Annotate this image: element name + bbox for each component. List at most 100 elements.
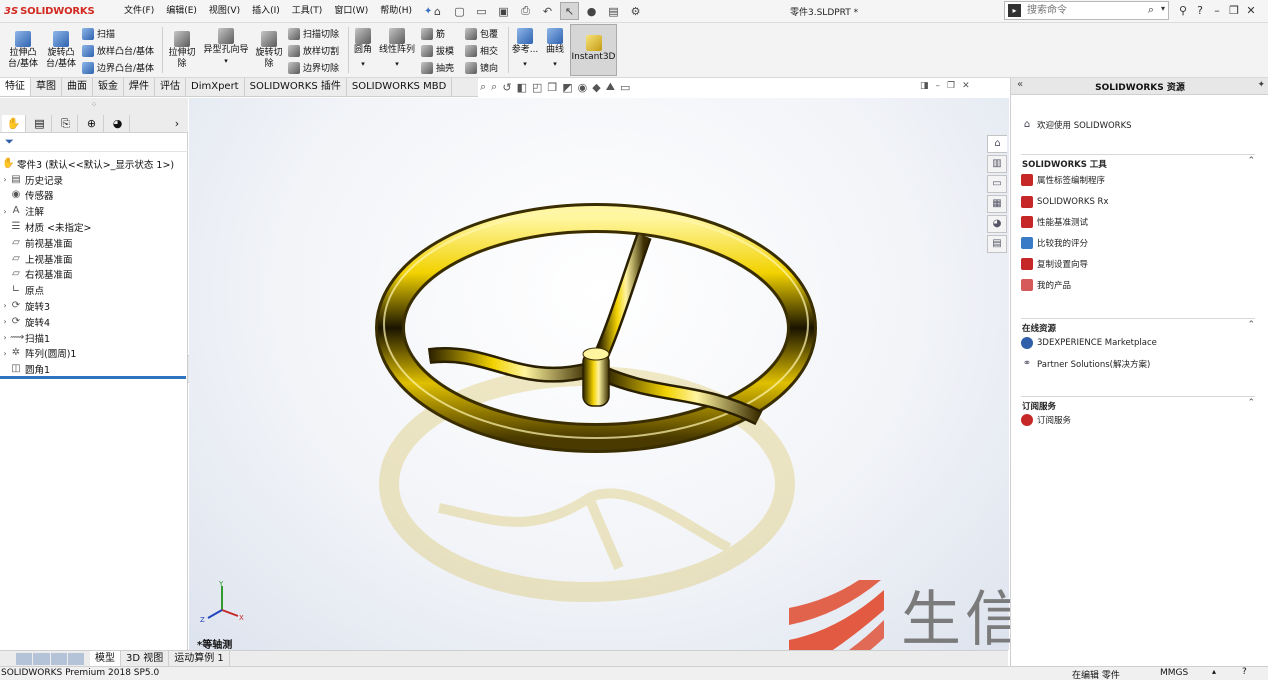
tree-root[interactable]: ✋ 零件3 (默认<<默认>_显示状态 1>)	[2, 156, 174, 171]
tree-item[interactable]: › ⟳ 旋转3	[0, 298, 50, 313]
boundary-cut-button[interactable]: 边界切除	[288, 61, 339, 74]
design-library-tab-icon[interactable]: ▥	[987, 155, 1007, 173]
tab-model[interactable]: 模型	[90, 651, 121, 666]
tree-filter[interactable]: ⏷	[0, 134, 188, 152]
tab-motion-study[interactable]: 运动算例 1	[169, 651, 230, 666]
solidworks-logo[interactable]: 3S SOLIDWORKS	[4, 3, 95, 20]
tab-scroll-arrows[interactable]	[16, 652, 84, 665]
tree-item[interactable]: › ⟳ 旋转4	[0, 314, 50, 329]
expand-arrow-icon[interactable]: ›	[0, 333, 10, 342]
revolved-cut-button[interactable]: 旋转切 除	[252, 31, 286, 70]
pin-icon[interactable]: ✦	[1257, 80, 1265, 90]
mirror-button[interactable]: 镜向	[465, 61, 498, 74]
compare-score-link[interactable]: 比较我的评分	[1021, 237, 1088, 249]
boundary-boss-button[interactable]: 边界凸台/基体	[82, 61, 154, 74]
my-products-link[interactable]: 我的产品	[1021, 279, 1071, 291]
tree-item[interactable]: › ✲ 阵列(圆周)1	[0, 346, 76, 361]
tree-item[interactable]: ☰ 材质 <未指定>	[0, 219, 92, 234]
tab-3d-views[interactable]: 3D 视图	[121, 651, 170, 666]
panel-grip[interactable]: ⁘	[0, 98, 188, 114]
chevron-down-icon[interactable]: ▾	[523, 59, 527, 70]
linear-pattern-button[interactable]: 线性阵列 ▾	[377, 28, 417, 70]
extruded-cut-button[interactable]: 拉伸切 除	[164, 31, 200, 70]
menu-edit[interactable]: 编辑(E)	[160, 4, 203, 19]
view-orientation-icon[interactable]: ❒	[547, 81, 557, 94]
instant3d-button[interactable]: Instant3D	[570, 24, 617, 76]
displaymanager-tab-icon[interactable]: ◕	[106, 115, 130, 132]
section-view-icon[interactable]: ◧	[517, 81, 527, 94]
tree-item[interactable]: › ⟿ 扫描1	[0, 330, 50, 345]
tab-mbd[interactable]: SOLIDWORKS MBD	[347, 78, 453, 96]
tree-item[interactable]: › ▤ 历史记录	[0, 172, 63, 187]
view-settings-icon[interactable]: ▭	[620, 81, 630, 94]
file-explorer-tab-icon[interactable]: ▭	[987, 175, 1007, 193]
search-scope-icon[interactable]: ▸	[1008, 4, 1021, 17]
rollback-bar[interactable]	[0, 376, 186, 379]
handwheel-model[interactable]	[189, 98, 1009, 650]
viewport-restore-icon[interactable]: ❐	[947, 81, 955, 91]
property-tab-builder-link[interactable]: 属性标签编制程序	[1021, 174, 1105, 186]
help-icon[interactable]: ?	[1242, 667, 1247, 677]
options-icon[interactable]: ⚙	[626, 2, 645, 20]
dimxpertmanager-tab-icon[interactable]: ⊕	[80, 115, 104, 132]
tree-item[interactable]: ▱ 右视基准面	[0, 267, 72, 282]
expand-arrow-icon[interactable]: ›	[0, 301, 10, 310]
expand-arrow-icon[interactable]: ›	[0, 317, 10, 326]
rib-button[interactable]: 筋	[421, 27, 445, 40]
tab-addins[interactable]: SOLIDWORKS 插件	[245, 78, 347, 96]
restore-icon[interactable]: ❐	[1227, 2, 1241, 20]
expand-arrow-icon[interactable]: ›	[0, 207, 10, 216]
fillet-button[interactable]: 圆角 ▾	[350, 28, 376, 70]
minimize-icon[interactable]: –	[1210, 2, 1224, 20]
open-icon[interactable]: ▭	[472, 2, 491, 20]
viewport-minimize-icon[interactable]: –	[936, 81, 941, 91]
viewport-split-icon[interactable]: ◨	[920, 81, 929, 91]
chevron-down-icon[interactable]: ▾	[553, 59, 557, 70]
save-icon[interactable]: ▣	[494, 2, 513, 20]
tree-item[interactable]: ◉ 传感器	[0, 188, 54, 203]
display-style-icon[interactable]: ◩	[562, 81, 572, 94]
hide-show-icon[interactable]: ◉	[578, 81, 588, 94]
tree-item[interactable]: ∟ 原点	[0, 283, 44, 298]
apply-scene-icon[interactable]: ⛰	[606, 80, 615, 94]
lofted-cut-button[interactable]: 放样切割	[288, 44, 339, 57]
chevron-up-icon[interactable]: ⌃	[1247, 398, 1255, 408]
intersect-button[interactable]: 相交	[465, 44, 498, 57]
expand-arrow-icon[interactable]: ›	[0, 349, 10, 358]
chevron-down-icon[interactable]: ▾	[224, 56, 228, 67]
select-icon[interactable]: ↖	[560, 2, 579, 20]
print-icon[interactable]: ⎙	[516, 2, 535, 20]
chevron-down-icon[interactable]: ▾	[395, 59, 399, 70]
tab-weldments[interactable]: 焊件	[124, 78, 155, 96]
chevron-up-icon[interactable]: ⌃	[1247, 320, 1255, 330]
expand-arrow-icon[interactable]: ›	[0, 175, 10, 184]
solidworks-rx-link[interactable]: SOLIDWORKS Rx	[1021, 196, 1108, 208]
tree-item[interactable]: ▱ 前视基准面	[0, 235, 72, 250]
close-icon[interactable]: ✕	[1244, 2, 1258, 20]
subscription-section-header[interactable]: 订阅服务 ⌃	[1021, 396, 1255, 412]
resources-tab-icon[interactable]: ⌂	[987, 135, 1007, 153]
wrap-button[interactable]: 包覆	[465, 27, 498, 40]
tab-features[interactable]: 特征	[0, 78, 31, 96]
shell-button[interactable]: 抽壳	[421, 61, 454, 74]
tab-surfaces[interactable]: 曲面	[62, 78, 93, 96]
chevron-up-icon[interactable]: ⌃	[1247, 156, 1255, 166]
subscription-link[interactable]: 订阅服务	[1021, 414, 1071, 426]
custom-properties-tab-icon[interactable]: ▤	[987, 235, 1007, 253]
extruded-boss-button[interactable]: 拉伸凸 台/基体	[4, 31, 42, 70]
appearances-tab-icon[interactable]: ◕	[987, 215, 1007, 233]
menu-file[interactable]: 文件(F)	[118, 4, 160, 19]
hole-wizard-button[interactable]: 异型孔向导 ▾	[200, 28, 252, 67]
tree-item[interactable]: ◫ 圆角1	[0, 362, 50, 377]
tools-section-header[interactable]: SOLIDWORKS 工具 ⌃	[1021, 154, 1255, 170]
undo-icon[interactable]: ↶	[538, 2, 557, 20]
chevron-right-icon[interactable]: ›	[170, 115, 184, 132]
tab-sketch[interactable]: 草图	[31, 78, 62, 96]
search-input[interactable]	[1027, 3, 1145, 18]
sweep-button[interactable]: 扫描	[82, 27, 115, 40]
tab-sheet-metal[interactable]: 钣金	[93, 78, 124, 96]
zoom-to-fit-icon[interactable]: ⌕	[480, 80, 486, 94]
dynamic-annotation-icon[interactable]: ◰	[532, 81, 542, 94]
menu-tools[interactable]: 工具(T)	[286, 4, 329, 19]
tab-evaluate[interactable]: 评估	[155, 78, 186, 96]
